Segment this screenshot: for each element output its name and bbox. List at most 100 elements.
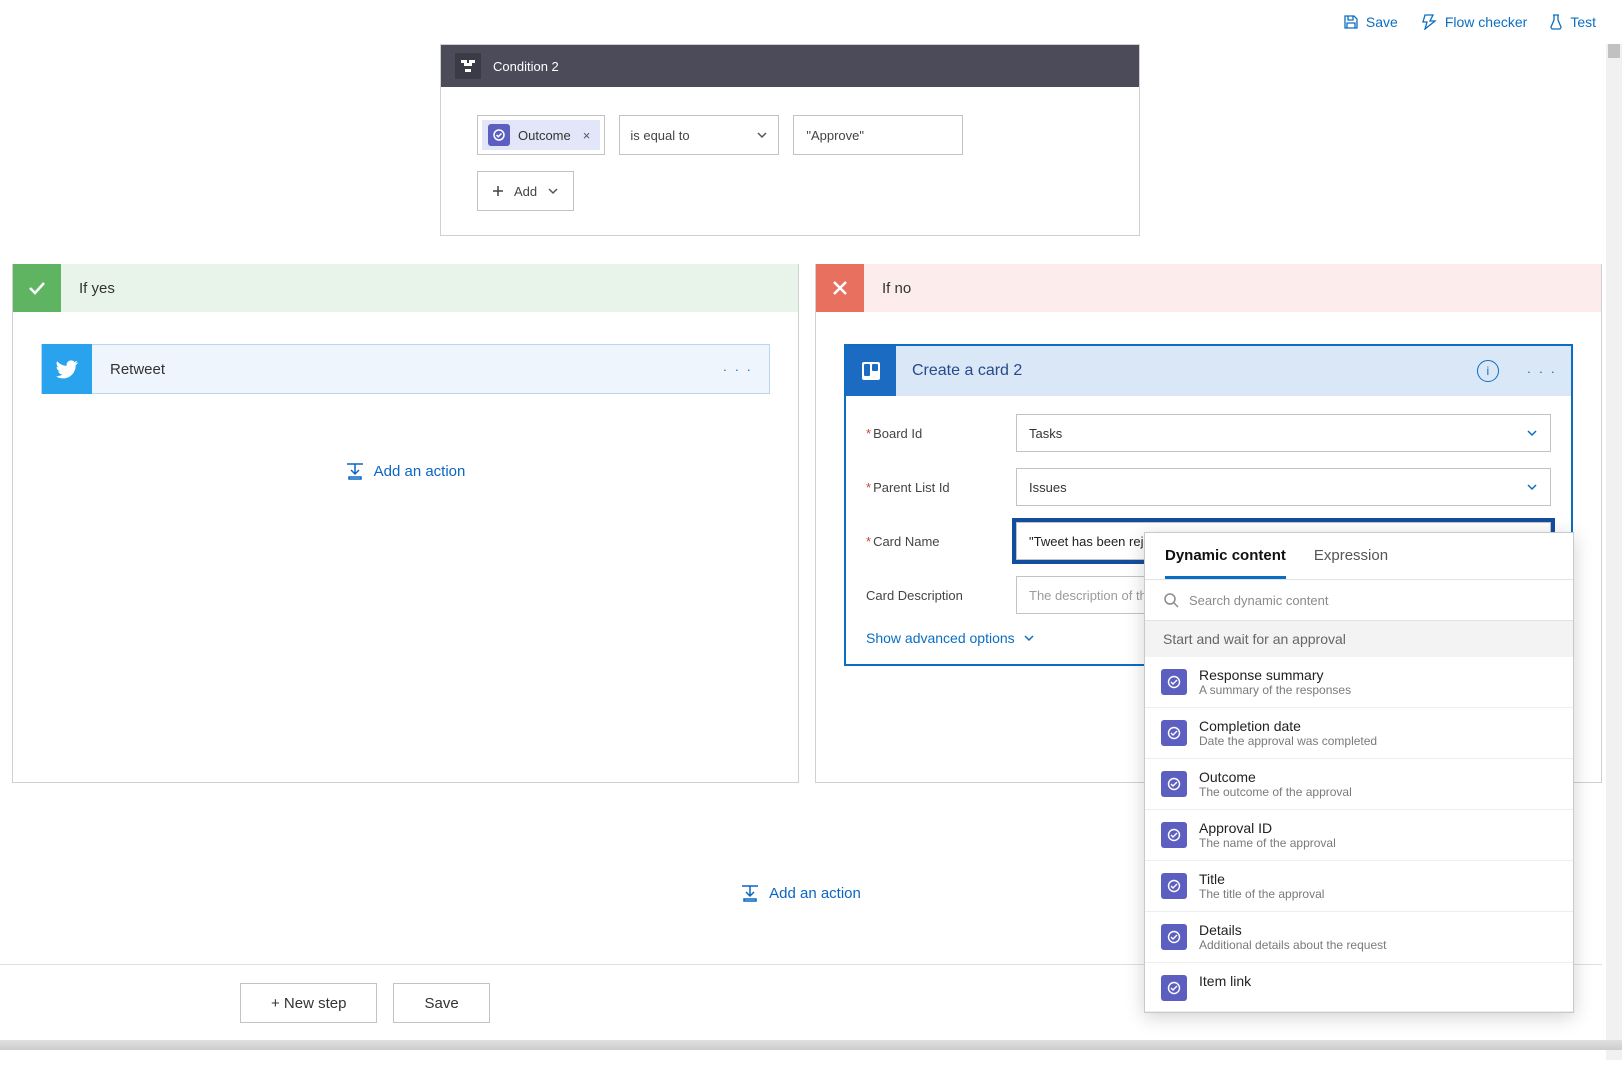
new-step-button[interactable]: + New step	[240, 983, 377, 1023]
chip-remove[interactable]: ×	[583, 128, 591, 143]
chevron-down-icon	[1526, 427, 1538, 439]
retweet-action-card[interactable]: Retweet · · ·	[41, 344, 770, 394]
create-card-title: Create a card 2	[912, 362, 1461, 380]
add-label: Add	[514, 184, 537, 199]
if-no-header: If no	[816, 264, 1601, 312]
test-button[interactable]: Test	[1549, 14, 1596, 30]
outcome-chip[interactable]: Outcome ×	[482, 120, 600, 150]
top-toolbar: Save Flow checker Test	[0, 0, 1622, 44]
item-subtitle: The outcome of the approval	[1199, 785, 1352, 799]
condition-card[interactable]: Condition 2 Outcome × is equal to	[440, 44, 1140, 236]
condition-title: Condition 2	[493, 59, 559, 74]
flow-checker-label: Flow checker	[1445, 14, 1527, 30]
search-placeholder: Search dynamic content	[1189, 593, 1328, 608]
approval-icon	[1161, 924, 1187, 950]
add-action-label: Add an action	[374, 463, 466, 480]
vertical-scrollbar[interactable]	[1606, 44, 1622, 1060]
condition-left-operand[interactable]: Outcome ×	[477, 115, 605, 155]
action-menu[interactable]: · · ·	[707, 362, 769, 377]
chevron-down-icon	[1023, 632, 1035, 644]
parent-list-select[interactable]: Issues	[1016, 468, 1551, 506]
trello-icon	[846, 346, 896, 396]
chip-label: Outcome	[518, 128, 571, 143]
chevron-down-icon	[1526, 481, 1538, 493]
approval-icon	[1161, 873, 1187, 899]
if-no-label: If no	[882, 280, 911, 297]
dynamic-search-input[interactable]: Search dynamic content	[1145, 580, 1573, 621]
dynamic-content-item[interactable]: Completion date Date the approval was co…	[1145, 708, 1573, 759]
save-button[interactable]: Save	[1343, 14, 1398, 30]
condition-value: "Approve"	[806, 128, 864, 143]
approval-icon	[1161, 669, 1187, 695]
item-title: Details	[1199, 922, 1386, 938]
item-title: Response summary	[1199, 667, 1351, 683]
dynamic-content-item[interactable]: Item link	[1145, 963, 1573, 1012]
dynamic-content-item[interactable]: Details Additional details about the req…	[1145, 912, 1573, 963]
plus-icon	[492, 185, 504, 197]
item-subtitle: Date the approval was completed	[1199, 734, 1377, 748]
item-subtitle: A summary of the responses	[1199, 683, 1351, 697]
chevron-down-icon	[756, 129, 768, 141]
board-id-value: Tasks	[1029, 426, 1062, 441]
chevron-down-icon	[547, 185, 559, 197]
item-title: Completion date	[1199, 718, 1377, 734]
create-card-header[interactable]: Create a card 2 i · · ·	[846, 346, 1571, 396]
save-flow-button[interactable]: Save	[393, 983, 489, 1023]
flow-canvas: Condition 2 Outcome × is equal to	[0, 44, 1622, 1060]
save-icon	[1343, 14, 1359, 30]
card-desc-label: Card Description	[866, 588, 1016, 603]
insert-step-icon	[741, 884, 759, 902]
if-yes-branch: If yes Retweet · · · Add an action	[12, 264, 799, 783]
approval-icon	[1161, 720, 1187, 746]
item-title: Outcome	[1199, 769, 1352, 785]
operator-value: is equal to	[630, 128, 689, 143]
condition-header[interactable]: Condition 2	[441, 45, 1139, 87]
dynamic-items-list: Response summary A summary of the respon…	[1145, 657, 1573, 1012]
item-subtitle: The name of the approval	[1199, 836, 1336, 850]
if-yes-header: If yes	[13, 264, 798, 312]
approval-icon	[1161, 975, 1187, 1001]
board-id-select[interactable]: Tasks	[1016, 414, 1551, 452]
test-icon	[1549, 14, 1563, 30]
if-yes-label: If yes	[79, 280, 115, 297]
info-icon[interactable]: i	[1477, 360, 1499, 382]
item-title: Approval ID	[1199, 820, 1336, 836]
twitter-icon	[42, 344, 92, 394]
item-title: Item link	[1199, 973, 1251, 989]
dynamic-content-item[interactable]: Response summary A summary of the respon…	[1145, 657, 1573, 708]
card-desc-placeholder: The description of the	[1029, 588, 1154, 603]
check-icon	[13, 264, 61, 312]
approval-icon	[1161, 771, 1187, 797]
condition-value-input[interactable]: "Approve"	[793, 115, 963, 155]
dynamic-group-title: Start and wait for an approval	[1145, 621, 1573, 657]
card-name-label: *Card Name	[866, 534, 1016, 549]
tab-expression[interactable]: Expression	[1314, 547, 1388, 579]
close-icon	[816, 264, 864, 312]
condition-body: Outcome × is equal to "Approve" Add	[441, 87, 1139, 235]
parent-list-label: *Parent List Id	[866, 480, 1016, 495]
dynamic-content-panel: Dynamic content Expression Search dynami…	[1144, 532, 1574, 1013]
item-subtitle: The title of the approval	[1199, 887, 1324, 901]
flow-checker-button[interactable]: Flow checker	[1420, 14, 1527, 30]
add-action-label: Add an action	[769, 885, 861, 902]
dynamic-content-item[interactable]: Approval ID The name of the approval	[1145, 810, 1573, 861]
item-title: Title	[1199, 871, 1324, 887]
advanced-label: Show advanced options	[866, 630, 1015, 646]
save-label: Save	[1366, 14, 1398, 30]
insert-step-icon	[346, 462, 364, 480]
add-condition-button[interactable]: Add	[477, 171, 574, 211]
condition-icon	[455, 53, 481, 79]
search-icon	[1163, 592, 1179, 608]
card-menu[interactable]: · · ·	[1515, 364, 1557, 379]
window-bottom-edge	[0, 1040, 1622, 1050]
test-label: Test	[1570, 14, 1596, 30]
dynamic-content-item[interactable]: Title The title of the approval	[1145, 861, 1573, 912]
add-action-yes[interactable]: Add an action	[41, 462, 770, 480]
scrollbar-thumb[interactable]	[1608, 44, 1620, 58]
dynamic-tabs: Dynamic content Expression	[1145, 533, 1573, 580]
condition-operator-select[interactable]: is equal to	[619, 115, 779, 155]
item-subtitle: Additional details about the request	[1199, 938, 1386, 952]
tab-dynamic-content[interactable]: Dynamic content	[1165, 547, 1286, 579]
flow-checker-icon	[1420, 14, 1438, 30]
dynamic-content-item[interactable]: Outcome The outcome of the approval	[1145, 759, 1573, 810]
